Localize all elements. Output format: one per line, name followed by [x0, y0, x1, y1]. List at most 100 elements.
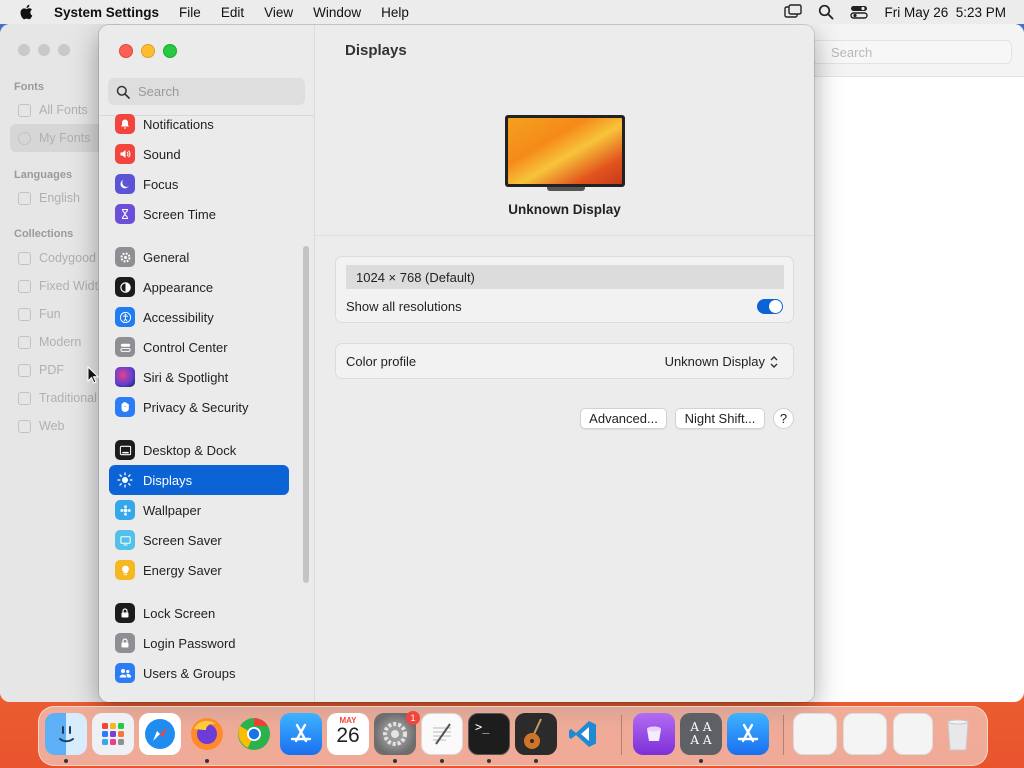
page-title: Displays [345, 42, 407, 59]
apple-menu-icon[interactable] [18, 3, 36, 21]
battery-icon [115, 560, 135, 580]
sidebar-item-desktop-dock[interactable]: Desktop & Dock [109, 435, 289, 465]
help-button[interactable]: ? [773, 408, 794, 429]
screen-mirroring-icon[interactable] [784, 4, 803, 20]
menu-clock[interactable]: Fri May 26 5:23 PM [884, 5, 1006, 20]
settings-sidebar: Search Notifications Sound Focus Screen … [99, 25, 315, 702]
minimized-window-thumbnail[interactable] [793, 713, 837, 755]
view-menu[interactable]: View [264, 5, 293, 20]
sidebar-item-general[interactable]: General [109, 242, 289, 272]
system-settings-icon[interactable]: 1 [374, 711, 420, 755]
collection-item[interactable]: Web [18, 419, 64, 433]
sidebar-item-appearance[interactable]: Appearance [109, 272, 289, 302]
displays-pane: Displays Unknown Display 1024 × 768 (Def… [315, 25, 814, 702]
sidebar-item-label: Control Center [143, 339, 228, 355]
my-fonts-item[interactable]: My Fonts [18, 131, 90, 145]
collection-item[interactable]: Codygood [18, 251, 96, 265]
guitar-icon[interactable] [515, 713, 557, 755]
wallpaper-icon [115, 500, 135, 520]
sidebar-scrollbar[interactable] [303, 246, 309, 583]
sidebar-item-control-center[interactable]: Control Center [109, 332, 289, 362]
safari-icon[interactable] [139, 713, 181, 755]
minimized-window-thumbnail[interactable] [843, 713, 887, 755]
app-store-icon[interactable] [280, 713, 322, 755]
show-all-resolutions-toggle[interactable] [757, 299, 783, 314]
appearance-icon [115, 277, 135, 297]
sidebar-item-screen-saver[interactable]: Screen Saver [109, 525, 289, 555]
my-fonts-label: My Fonts [39, 131, 91, 145]
spotlight-search-icon[interactable] [818, 4, 834, 20]
sidebar-item-sound[interactable]: Sound [109, 139, 289, 169]
finder-icon[interactable] [45, 713, 87, 755]
dock-separator [783, 715, 784, 755]
sidebar-item-screen-time[interactable]: Screen Time [109, 199, 289, 229]
chevron-up-down-icon [770, 355, 778, 368]
night-shift-button[interactable]: Night Shift... [675, 408, 765, 429]
all-fonts-item[interactable]: All Fonts [18, 103, 88, 117]
textedit-icon[interactable] [421, 713, 463, 755]
help-menu[interactable]: Help [381, 5, 409, 20]
control-center-icon [115, 337, 135, 357]
collection-item[interactable]: Modern [18, 335, 81, 349]
minimized-window-thumbnail[interactable] [893, 713, 933, 755]
sidebar-item-focus[interactable]: Focus [109, 169, 289, 199]
english-item[interactable]: English [18, 191, 80, 205]
sidebar-item-displays[interactable]: Displays [109, 465, 289, 495]
sidebar-item-accessibility[interactable]: Accessibility [109, 302, 289, 332]
fonts-heading: Fonts [14, 81, 44, 93]
sidebar-item-users-groups[interactable]: Users & Groups [109, 658, 289, 688]
running-indicator [440, 759, 444, 763]
minimize-button[interactable] [141, 44, 155, 58]
sidebar-item-label: Wallpaper [143, 502, 202, 518]
sidebar-item-siri-spotlight[interactable]: Siri & Spotlight [109, 362, 289, 392]
collection-item[interactable]: Traditional [18, 391, 97, 405]
zoom-button[interactable] [163, 44, 177, 58]
color-profile-group: Color profile Unknown Display [335, 343, 794, 379]
sidebar-item-privacy-security[interactable]: Privacy & Security [109, 392, 289, 422]
advanced-button[interactable]: Advanced... [580, 408, 667, 429]
app-menu[interactable]: System Settings [54, 5, 159, 20]
purple-app-icon[interactable] [633, 713, 675, 755]
window-menu[interactable]: Window [313, 5, 361, 20]
notification-badge: 1 [406, 711, 420, 725]
font-book-search-input[interactable]: Search [812, 40, 1012, 64]
all-fonts-label: All Fonts [39, 103, 88, 117]
users-icon [115, 663, 135, 683]
collection-item[interactable]: PDF [18, 363, 64, 377]
vscode-icon[interactable] [562, 713, 604, 755]
running-indicator [699, 759, 703, 763]
close-button[interactable] [119, 44, 133, 58]
firefox-icon[interactable] [186, 713, 228, 755]
sidebar-item-label: Energy Saver [143, 562, 222, 578]
edit-menu[interactable]: Edit [221, 5, 244, 20]
bell-icon [115, 114, 135, 134]
trash-icon[interactable] [937, 713, 979, 755]
font-book-window-controls [18, 44, 70, 56]
collection-item[interactable]: Fixed Width [18, 279, 105, 293]
sidebar-item-energy-saver[interactable]: Energy Saver [109, 555, 289, 585]
sidebar-item-login-password[interactable]: Login Password [109, 628, 289, 658]
sidebar-item-label: Accessibility [143, 309, 214, 325]
launchpad-icon[interactable] [92, 713, 134, 755]
calendar-icon[interactable]: MAY 26 [327, 713, 369, 755]
settings-search-input[interactable]: Search [108, 78, 305, 105]
chrome-icon[interactable] [233, 713, 275, 755]
search-icon [116, 85, 130, 99]
collection-icon [18, 419, 31, 433]
display-thumbnail[interactable] [505, 115, 625, 187]
collection-item[interactable]: Fun [18, 307, 61, 321]
app-store-icon[interactable] [727, 713, 769, 755]
running-indicator [534, 759, 538, 763]
sidebar-item-wallpaper[interactable]: Wallpaper [109, 495, 289, 525]
calendar-day: 26 [336, 724, 360, 747]
font-book-icon[interactable]: A AA A [680, 713, 722, 755]
sidebar-item-label: Sound [143, 146, 181, 162]
terminal-icon[interactable]: >_ [468, 713, 510, 755]
sidebar-item-notifications[interactable]: Notifications [109, 109, 289, 139]
file-menu[interactable]: File [179, 5, 201, 20]
color-profile-popup[interactable]: Unknown Display [665, 354, 779, 369]
resolution-option[interactable]: 1024 × 768 (Default) [346, 265, 784, 289]
sidebar-item-lock-screen[interactable]: Lock Screen [109, 598, 289, 628]
display-name: Unknown Display [508, 202, 621, 217]
control-center-icon[interactable] [850, 4, 869, 20]
